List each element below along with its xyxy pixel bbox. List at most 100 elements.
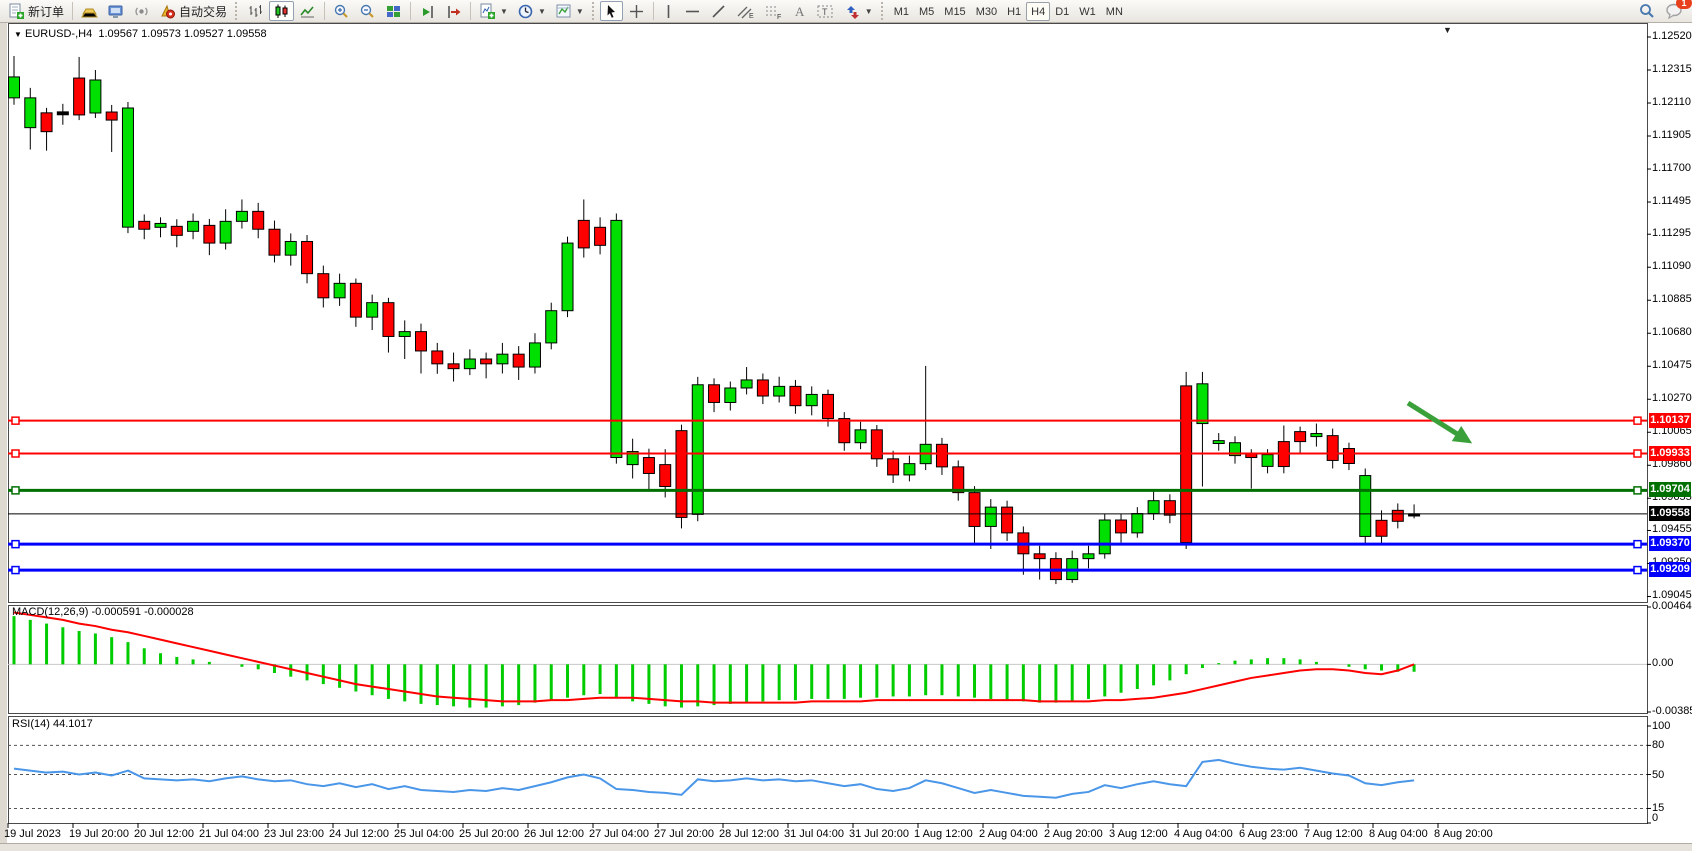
auto-trading-label: 自动交易 [179, 3, 227, 20]
notification-badge[interactable]: 1 [1676, 0, 1692, 9]
timeframe-button-m5[interactable]: M5 [914, 2, 939, 21]
date-axis-label: 27 Jul 20:00 [654, 828, 714, 840]
rsi-label: RSI(14) 44.1017 [12, 718, 93, 730]
date-axis-label: 31 Jul 04:00 [784, 828, 844, 840]
date-axis-label: 8 Aug 20:00 [1434, 828, 1493, 840]
date-axis-label: 25 Jul 04:00 [394, 828, 454, 840]
cursor-icon [604, 4, 619, 19]
indicators-icon [479, 3, 496, 20]
candlestick-chart-icon [273, 3, 290, 20]
chart-shift-marker-icon[interactable]: ▼ [1443, 25, 1452, 35]
trading-platform-window: 新订单 自动交易 [0, 0, 1692, 851]
arrows-button[interactable]: ▼ [840, 1, 877, 21]
tile-windows-icon [385, 3, 402, 20]
auto-trading-icon [159, 3, 176, 20]
fibonacci-icon: F [764, 3, 783, 20]
signals-icon [133, 3, 150, 20]
macd-axis-label: -0.003859 [1652, 705, 1692, 717]
rsi-axis-label: 50 [1652, 769, 1664, 781]
price-line-badge: 1.09933 [1649, 446, 1691, 461]
timeframe-button-w1[interactable]: W1 [1074, 2, 1101, 21]
price-axis-tick-label: 1.12110 [1652, 96, 1691, 108]
toolbar-separator [72, 2, 73, 20]
signals-button[interactable] [129, 1, 154, 21]
periods-button[interactable]: ▼ [513, 1, 550, 21]
crosshair-button[interactable] [624, 1, 649, 21]
quotes-button[interactable] [77, 1, 102, 21]
chart-ohlc-quote: 1.09567 1.09573 1.09527 1.09558 [98, 28, 266, 40]
date-axis-label: 4 Aug 04:00 [1174, 828, 1233, 840]
date-axis-label: 19 Jul 2023 [4, 828, 61, 840]
text-label-button[interactable]: T [812, 1, 839, 21]
candlestick-chart-button[interactable] [269, 1, 294, 21]
trendline-button[interactable] [706, 1, 731, 21]
svg-text:A: A [795, 4, 805, 19]
toolbar-grip [881, 2, 885, 20]
text-button[interactable]: A [788, 1, 811, 21]
auto-trading-button[interactable]: 自动交易 [155, 1, 231, 21]
trendline-icon [710, 3, 727, 20]
price-axis-tick-label: 1.10680 [1652, 326, 1692, 338]
rsi-pane[interactable] [8, 716, 1648, 824]
price-axis-tick-label: 1.12520 [1652, 30, 1692, 42]
timeframe-button-m1[interactable]: M1 [889, 2, 914, 21]
timeframe-button-d1[interactable]: D1 [1050, 2, 1074, 21]
equidistant-channel-button[interactable]: E [732, 1, 759, 21]
zoom-in-button[interactable] [329, 1, 354, 21]
timeframe-button-h1[interactable]: H1 [1002, 2, 1026, 21]
templates-caret-icon: ▼ [576, 7, 584, 16]
text-icon: A [792, 3, 807, 20]
fibonacci-button[interactable]: F [760, 1, 787, 21]
date-axis-label: 1 Aug 12:00 [914, 828, 973, 840]
chart-window [7, 23, 1692, 844]
price-line-badge: 1.10137 [1649, 413, 1691, 428]
date-axis-label: 3 Aug 12:00 [1109, 828, 1168, 840]
price-axis-tick-label: 1.10475 [1652, 359, 1692, 371]
zoom-in-icon [333, 3, 350, 20]
toolbar-separator [653, 2, 654, 20]
search-icon [1638, 2, 1656, 20]
price-line-badge: 1.09558 [1649, 506, 1691, 521]
horizontal-line-button[interactable] [680, 1, 705, 21]
timeframe-button-mn[interactable]: MN [1101, 2, 1128, 21]
price-line-badge: 1.09704 [1649, 482, 1691, 497]
templates-button[interactable]: ▼ [551, 1, 588, 21]
date-axis-label: 2 Aug 20:00 [1044, 828, 1103, 840]
bar-chart-button[interactable] [243, 1, 268, 21]
equidistant-channel-icon: E [736, 3, 755, 20]
price-line-badge: 1.09370 [1649, 536, 1691, 551]
tile-windows-button[interactable] [381, 1, 406, 21]
periods-clock-icon [517, 3, 534, 20]
zoom-out-button[interactable] [355, 1, 380, 21]
date-axis-label: 20 Jul 12:00 [134, 828, 194, 840]
symbol-collapse-icon[interactable]: ▼ [14, 30, 22, 39]
price-pane[interactable] [8, 23, 1648, 603]
vertical-line-button[interactable] [658, 1, 679, 21]
auto-scroll-button[interactable] [415, 1, 440, 21]
search-button[interactable] [1634, 1, 1660, 21]
timeframe-button-m15[interactable]: M15 [939, 2, 970, 21]
timeframe-group: M1M5M15M30H1H4D1W1MN [889, 2, 1128, 21]
indicators-button[interactable]: ▼ [475, 1, 512, 21]
svg-text:E: E [749, 13, 754, 20]
line-chart-button[interactable] [295, 1, 320, 21]
window-bottom-edge [0, 843, 1692, 851]
auto-scroll-icon [419, 3, 436, 20]
timeframe-button-h4[interactable]: H4 [1026, 2, 1050, 21]
macd-pane[interactable] [8, 605, 1648, 714]
date-axis-label: 2 Aug 04:00 [979, 828, 1038, 840]
macd-label: MACD(12,26,9) -0.000591 -0.000028 [12, 606, 194, 618]
cursor-button[interactable] [600, 1, 623, 21]
terminal-button[interactable] [103, 1, 128, 21]
toolbar-grip [592, 2, 596, 20]
bar-chart-icon [247, 3, 264, 20]
toolbar-separator [324, 2, 325, 20]
timeframe-button-m30[interactable]: M30 [971, 2, 1002, 21]
chart-shift-button[interactable] [441, 1, 466, 21]
chart-symbol-period: EURUSD-,H4 [25, 28, 92, 40]
date-axis-label: 23 Jul 23:00 [264, 828, 324, 840]
indicators-caret-icon: ▼ [500, 7, 508, 16]
rsi-axis-label: 100 [1652, 720, 1670, 732]
new-order-button[interactable]: 新订单 [4, 1, 68, 21]
chart-title: ▼ EURUSD-,H4 1.09567 1.09573 1.09527 1.0… [14, 28, 267, 40]
